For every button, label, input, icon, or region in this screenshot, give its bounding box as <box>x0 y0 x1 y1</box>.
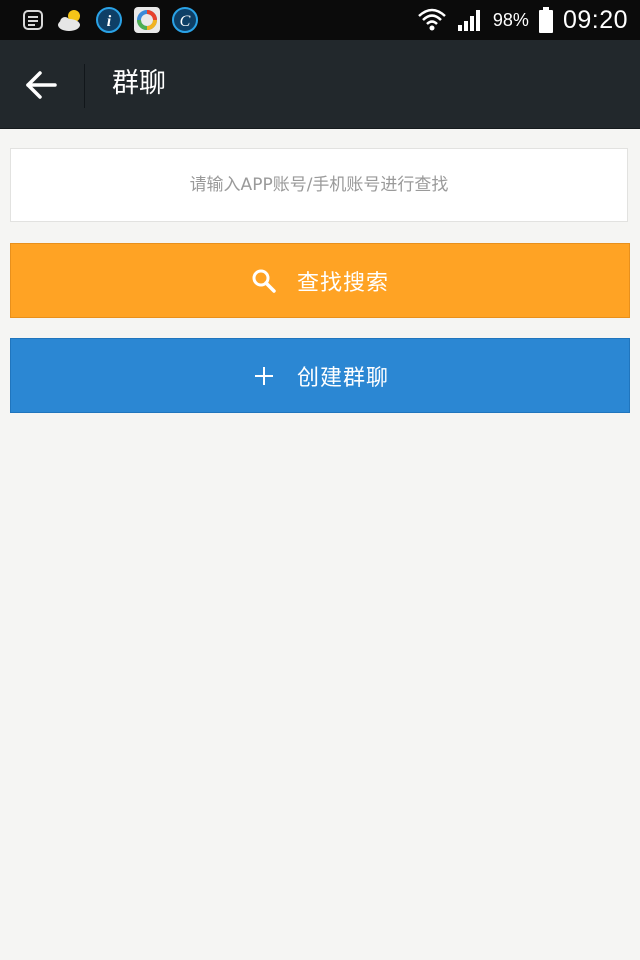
svg-text:i: i <box>107 13 112 30</box>
wifi-icon <box>417 5 447 35</box>
c-icon: C <box>170 5 200 35</box>
app-bar: 群聊 <box>0 40 640 129</box>
plus-icon <box>251 363 277 389</box>
app-icon <box>132 5 162 35</box>
app-bar-divider <box>84 64 85 108</box>
battery-icon <box>537 5 555 35</box>
search-input[interactable] <box>10 148 628 222</box>
search-icon <box>251 268 277 294</box>
create-group-button[interactable]: 创建群聊 <box>10 338 630 413</box>
back-button[interactable] <box>14 58 68 112</box>
page-title: 群聊 <box>112 68 166 99</box>
notes-icon <box>18 5 48 35</box>
system-indicators: 98% 09:20 <box>417 0 628 40</box>
status-bar: i C 98% 09:20 <box>0 0 640 40</box>
search-button-label: 查找搜索 <box>296 270 389 296</box>
battery-percent: 98% <box>492 9 529 30</box>
arrow-left-icon <box>24 70 58 100</box>
search-button[interactable]: 查找搜索 <box>10 243 630 318</box>
info-icon: i <box>94 5 124 35</box>
create-group-button-label: 创建群聊 <box>296 365 389 391</box>
weather-icon <box>56 5 86 35</box>
clock: 09:20 <box>562 5 628 34</box>
signal-icon <box>455 5 485 35</box>
svg-text:C: C <box>180 13 191 30</box>
notification-icons: i C <box>18 4 200 36</box>
